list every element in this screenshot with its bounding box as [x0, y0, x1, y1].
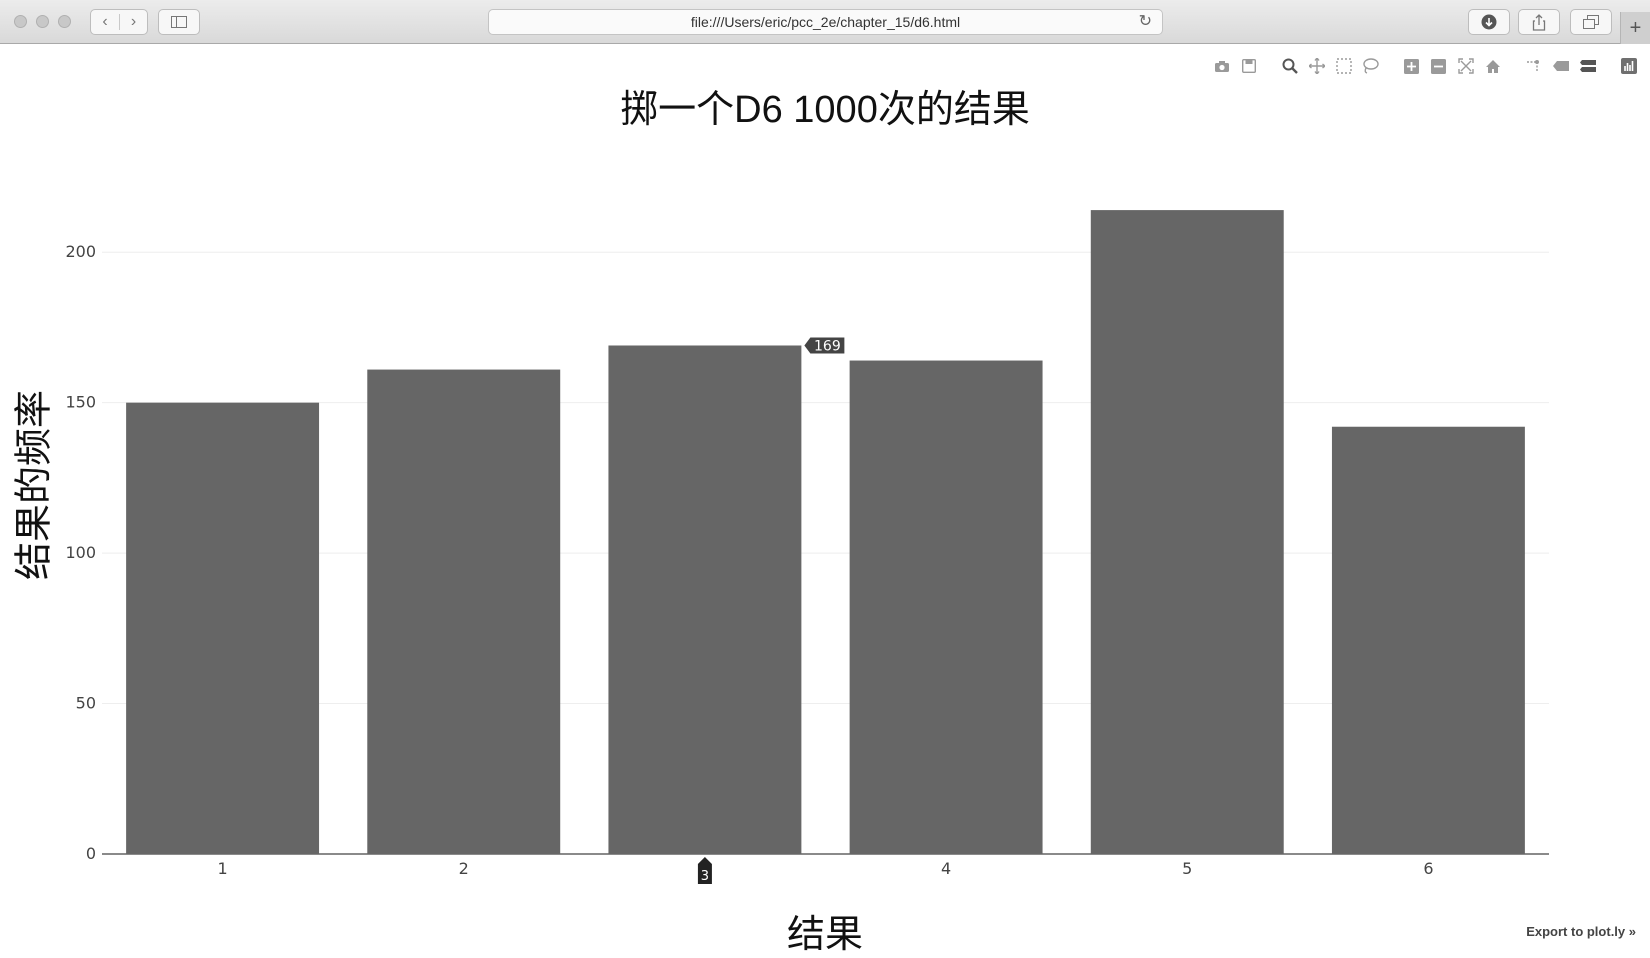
x-axis-ticks: 1 2 4 5 6 [217, 859, 1433, 878]
x-tick-label: 1 [217, 859, 227, 878]
bar-3[interactable] [608, 345, 802, 854]
x-tick-label: 6 [1423, 859, 1433, 878]
bar-1[interactable] [126, 402, 320, 854]
hover-value-text: 169 [814, 338, 841, 354]
bar-4[interactable] [849, 360, 1043, 854]
y-tick-label: 100 [65, 543, 96, 562]
bar-5[interactable] [1090, 210, 1284, 854]
y-tick-label: 200 [65, 242, 96, 261]
hover-category-tag: 3 [697, 857, 712, 884]
y-tick-label: 150 [65, 393, 96, 412]
hover-value-tag: 169 [804, 337, 845, 354]
bar-chart-plot[interactable]: 0 50 100 150 200 1 2 4 5 6 169 3 [0, 0, 1650, 955]
y-tick-label: 0 [86, 844, 96, 863]
x-tick-label: 2 [459, 859, 469, 878]
bar-2[interactable] [367, 369, 561, 854]
bar-6[interactable] [1331, 426, 1525, 854]
y-axis-ticks: 0 50 100 150 200 [65, 242, 96, 863]
export-to-plotly-link[interactable]: Export to plot.ly » [1526, 924, 1636, 939]
x-tick-label: 5 [1182, 859, 1192, 878]
y-tick-label: 50 [76, 694, 96, 713]
x-tick-label: 4 [941, 859, 951, 878]
hover-category-text: 3 [701, 869, 709, 884]
bar-series [126, 210, 1525, 854]
